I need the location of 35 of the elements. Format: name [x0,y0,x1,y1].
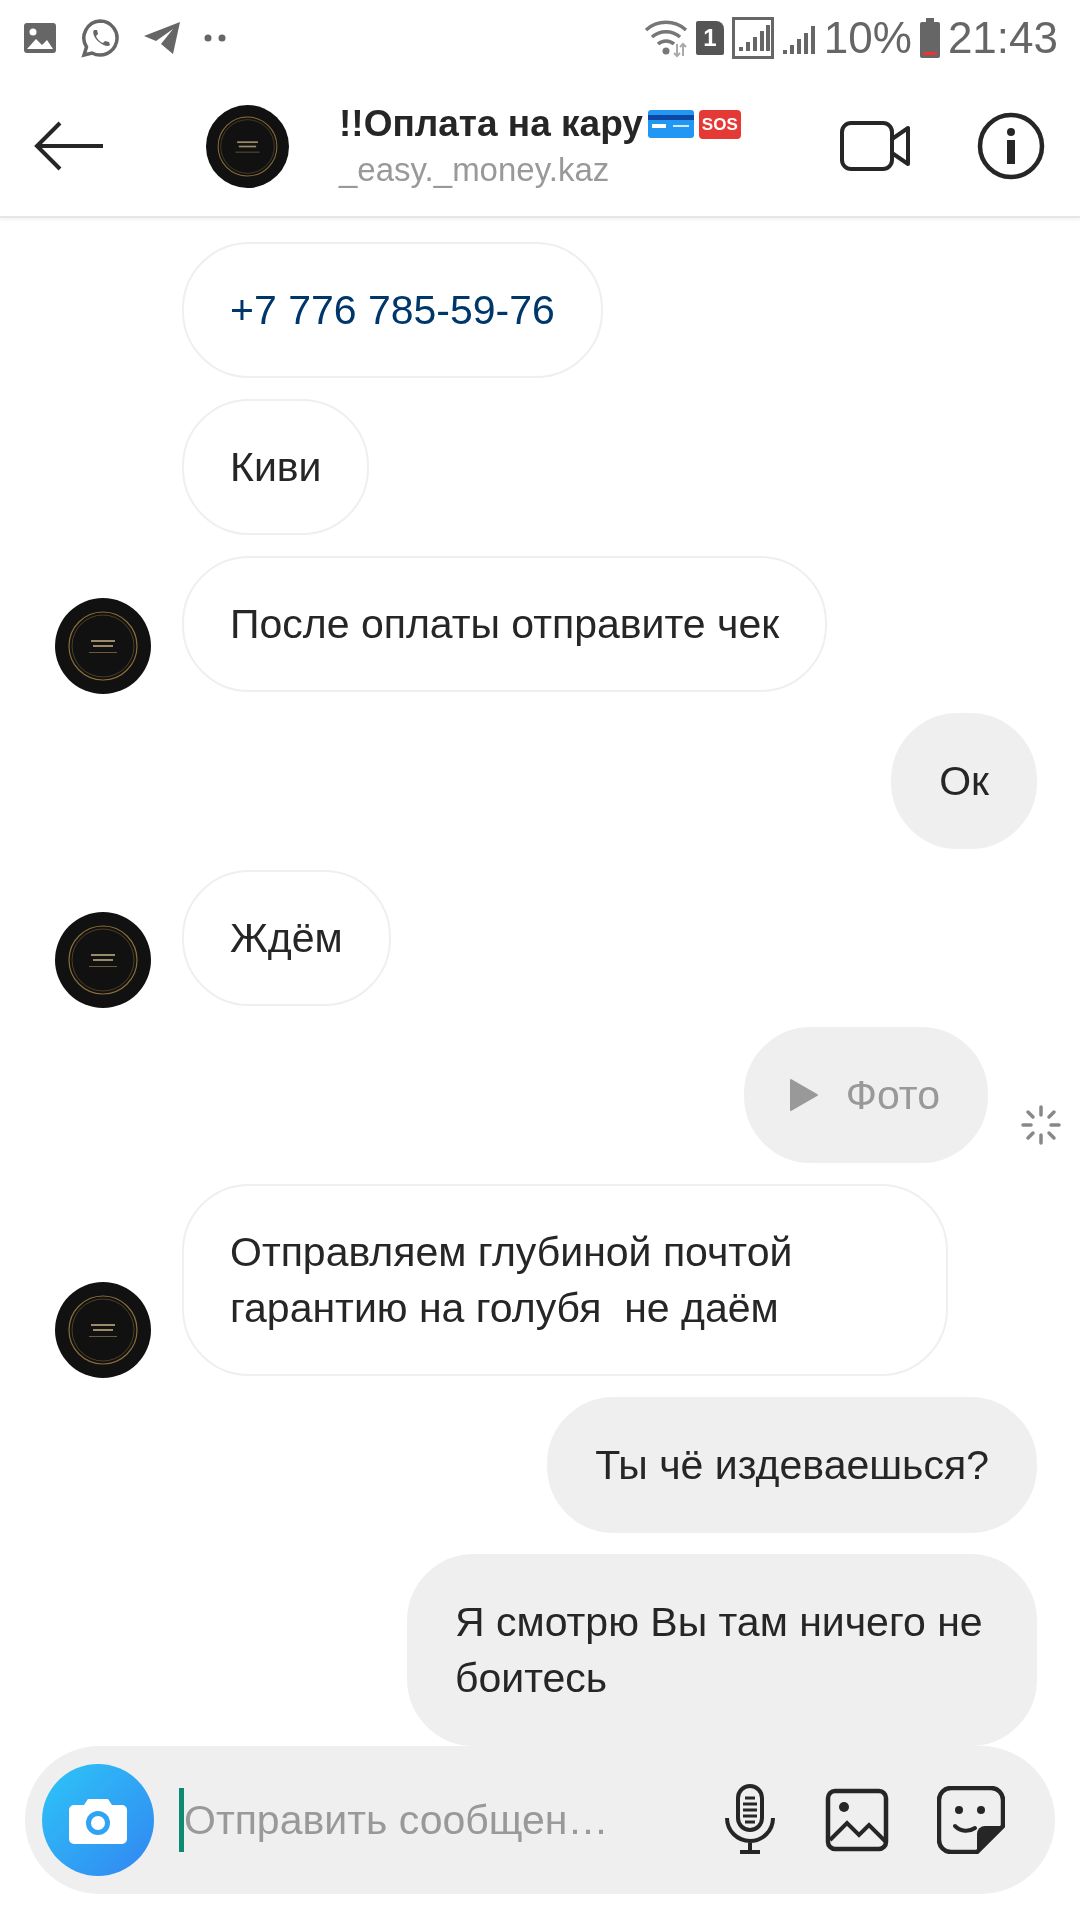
sos-badge: SOS [698,109,741,139]
back-arrow-icon[interactable] [33,121,106,171]
message-input[interactable]: Отправить сообщен… [184,1796,713,1844]
avatar-icon[interactable] [55,1282,151,1378]
avatar-icon[interactable] [206,104,289,188]
wifi-icon [643,18,688,58]
credit-card-icon [646,108,695,140]
chat-title[interactable]: !!Оплата на кару [339,103,643,145]
text-cursor [179,1788,184,1852]
avatar-icon[interactable] [55,912,151,1008]
sticker-icon[interactable] [937,1786,1005,1854]
message-bubble: После оплаты отправите чек [182,556,828,692]
message-bubble: Киви [182,399,370,535]
avatar-icon[interactable] [55,598,151,694]
message-bubble: Ждём [182,870,391,1006]
photo-label: Фото [845,1071,940,1120]
image-icon [22,20,58,56]
video-camera-icon[interactable] [840,119,912,173]
battery-percentage: 10% [823,16,912,60]
message-bubble: Ок [891,713,1037,849]
paper-plane-icon [142,20,182,56]
message-bubble: Отправляем глубиной почтой гарантию на голубя не даём [182,1184,948,1376]
chat-bubble-icon [80,18,120,58]
microphone-icon[interactable] [723,1784,777,1856]
gallery-icon[interactable] [825,1788,889,1852]
sim-slot-badge: 1 [695,21,724,55]
message-bubble: Я смотрю Вы там ничего не боитесь [407,1554,1037,1746]
more-notifications-icon [204,34,226,42]
signal-icon [731,17,774,59]
battery-icon [919,18,940,58]
phone-link-bubble[interactable]: +7 776 785-59-76 [182,242,603,378]
message-bubble: Ты чё издеваешься? [547,1397,1037,1533]
clock-time: 21:43 [947,16,1058,60]
info-icon[interactable] [977,112,1045,180]
play-icon [789,1078,818,1112]
